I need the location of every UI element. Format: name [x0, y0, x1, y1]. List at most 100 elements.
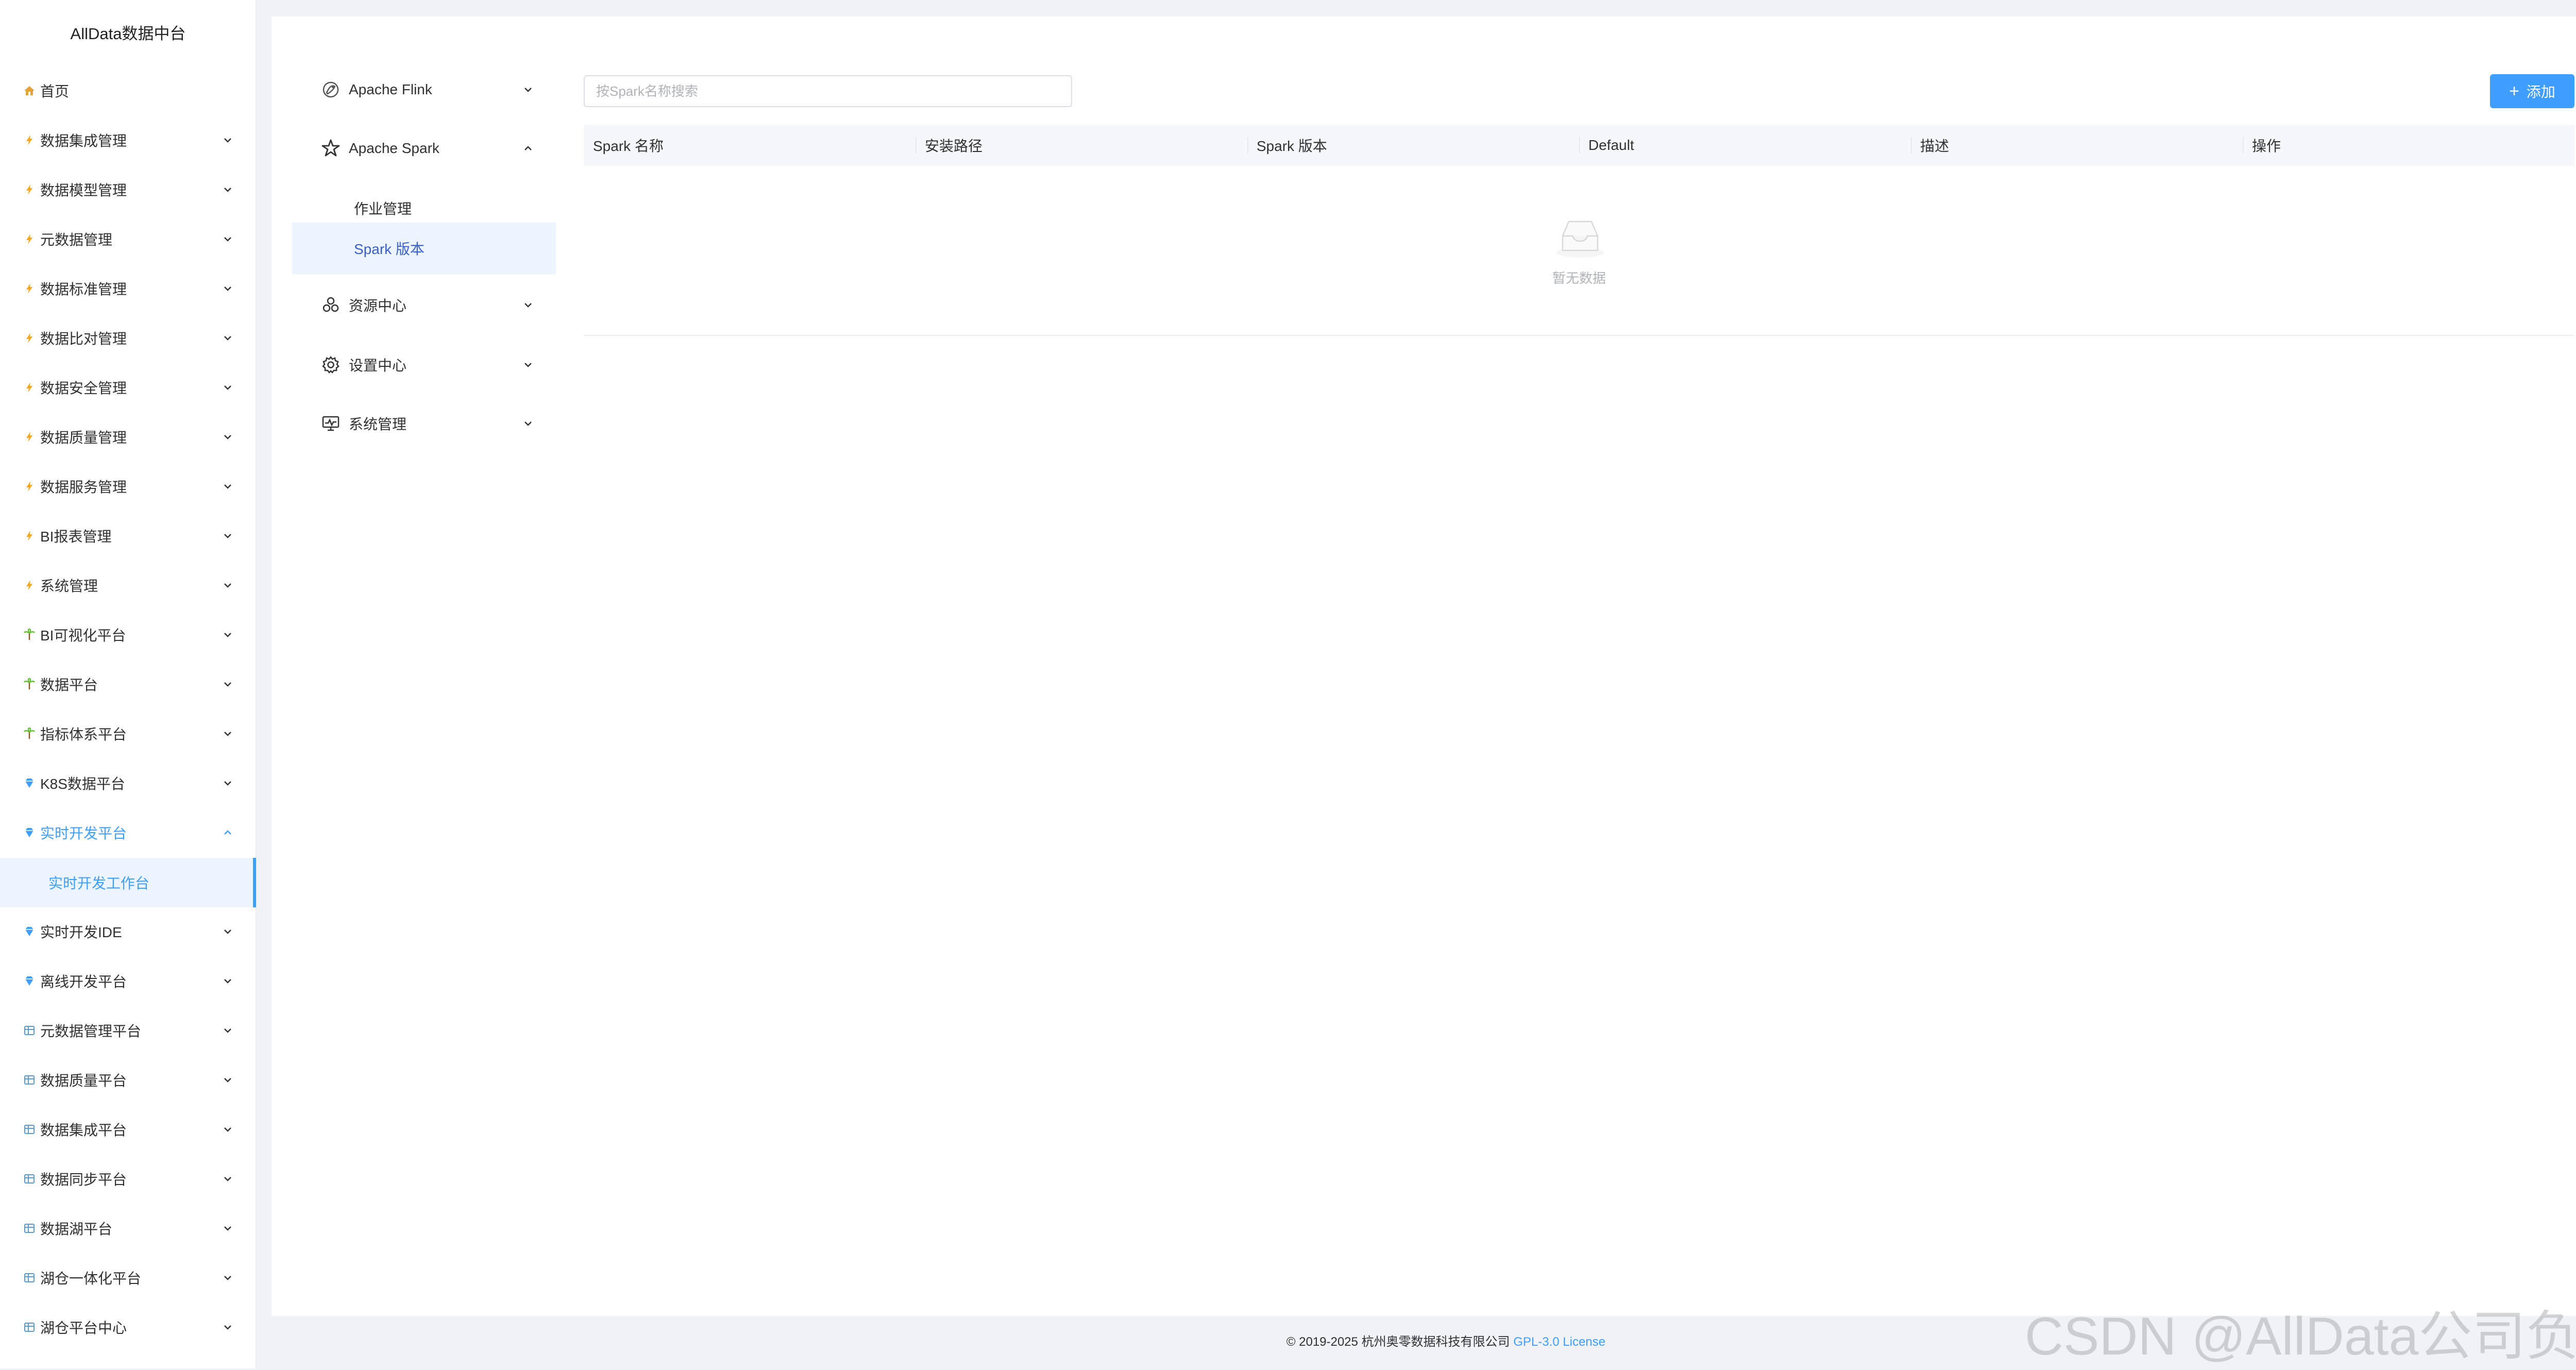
sidebar-item-21[interactable]: 数据同步平台	[0, 1154, 256, 1204]
column-header-description[interactable]: 描述	[1911, 125, 2243, 166]
sidebar-item-7[interactable]: 数据质量管理	[0, 412, 256, 462]
submenu-resource-center[interactable]: 资源中心	[292, 279, 550, 331]
gear-icon	[320, 354, 342, 376]
sidebar-item-8[interactable]: 数据服务管理	[0, 462, 256, 511]
app-title: AllData数据中台	[70, 25, 186, 43]
chevron-down-icon	[219, 774, 236, 792]
sidebar-item-label: 指标体系平台	[40, 726, 127, 742]
sidebar-item-label: 数据集成管理	[40, 133, 127, 149]
sidebar-item-label: 数据服务管理	[40, 479, 127, 495]
sidebar-item-22[interactable]: 数据湖平台	[0, 1204, 256, 1253]
plus-icon: +	[2509, 81, 2519, 101]
submenu-child-label: 作业管理	[354, 201, 412, 217]
palm-tree-icon	[23, 678, 36, 691]
submenu-apache-spark[interactable]: Apache Spark	[292, 123, 550, 174]
column-header-spark-name[interactable]: Spark 名称	[584, 125, 916, 166]
sidebar-item-15[interactable]: 实时开发平台	[0, 808, 256, 857]
diamond-icon	[23, 826, 36, 839]
sidebar-item-label: 元数据管理平台	[40, 1023, 142, 1039]
sidebar-item-label: 数据平台	[40, 677, 98, 693]
diamond-icon	[23, 925, 36, 938]
sidebar-item-24[interactable]: 湖仓平台中心	[0, 1303, 256, 1352]
submenu-settings-center[interactable]: 设置中心	[292, 339, 550, 391]
sidebar-item-label: K8S数据平台	[40, 776, 125, 792]
sidebar-item-14[interactable]: K8S数据平台	[0, 758, 256, 808]
chevron-down-icon	[219, 725, 236, 742]
empty-inbox-icon	[1554, 215, 1606, 261]
chevron-down-icon	[219, 181, 236, 198]
chevron-down-icon	[219, 923, 236, 940]
sidebar-item-6[interactable]: 数据安全管理	[0, 363, 256, 412]
column-header-install-path[interactable]: 安装路径	[916, 125, 1247, 166]
sidebar-item-13[interactable]: 指标体系平台	[0, 709, 256, 758]
grid-icon	[23, 1123, 36, 1136]
sidebar-item-label: 元数据管理	[40, 232, 113, 248]
chevron-down-icon	[219, 329, 236, 347]
flink-squirrel-icon	[320, 79, 342, 100]
empty-text: 暂无数据	[1552, 270, 1606, 286]
sidebar-item-4[interactable]: 数据标准管理	[0, 264, 256, 313]
palm-tree-icon	[23, 628, 36, 641]
chevron-down-icon	[520, 415, 536, 432]
chevron-down-icon	[219, 230, 236, 248]
search-input[interactable]	[584, 75, 1072, 107]
column-header-actions[interactable]: 操作	[2243, 125, 2574, 166]
lightning-icon	[23, 133, 36, 147]
sidebar-item-18[interactable]: 元数据管理平台	[0, 1006, 256, 1055]
sidebar-item-label: 数据标准管理	[40, 281, 127, 297]
sidebar-item-2[interactable]: 数据模型管理	[0, 165, 256, 214]
chevron-down-icon	[520, 81, 536, 98]
submenu-apache-flink[interactable]: Apache Flink	[292, 64, 550, 115]
sidebar-item-1[interactable]: 数据集成管理	[0, 115, 256, 165]
sidebar-item-realtime-workbench[interactable]: 实时开发工作台	[0, 858, 256, 907]
footer-copyright: © 2019-2025 杭州奥零数据科技有限公司	[1286, 1335, 1510, 1349]
lightning-icon	[23, 480, 36, 493]
chevron-down-icon	[219, 1121, 236, 1138]
sidebar-item-label: 实时开发IDE	[40, 924, 122, 940]
sidebar-item-label: 湖仓平台中心	[40, 1320, 127, 1336]
sidebar-item-17[interactable]: 离线开发平台	[0, 956, 256, 1006]
chevron-down-icon	[219, 428, 236, 446]
sidebar-item-label: 数据模型管理	[40, 182, 127, 198]
sidebar-item-19[interactable]: 数据质量平台	[0, 1055, 256, 1105]
sidebar-item-label: 湖仓一体化平台	[40, 1271, 142, 1287]
sidebar-item-label: 数据质量管理	[40, 430, 127, 446]
sidebar-item-label: 数据安全管理	[40, 380, 127, 396]
spark-star-icon	[320, 138, 342, 159]
column-header-spark-version[interactable]: Spark 版本	[1247, 125, 1579, 166]
grid-icon	[23, 1321, 36, 1334]
submenu-system-management[interactable]: 系统管理	[292, 398, 550, 449]
submenu-item-spark-version[interactable]: Spark 版本	[292, 223, 556, 274]
sidebar-item-16[interactable]: 实时开发IDE	[0, 907, 256, 956]
sidebar-item-20[interactable]: 数据集成平台	[0, 1105, 256, 1154]
lightning-icon	[23, 282, 36, 295]
sidebar-item-label: 数据质量平台	[40, 1073, 127, 1089]
column-header-default[interactable]: Default	[1579, 125, 1911, 166]
sidebar-item-11[interactable]: BI可视化平台	[0, 610, 256, 659]
chevron-down-icon	[219, 1170, 236, 1188]
watermark: CSDN @AllData公司负责人	[2025, 1307, 2576, 1366]
chevron-down-icon	[219, 577, 236, 594]
lightning-icon	[23, 430, 36, 444]
lightning-icon	[23, 232, 36, 246]
footer-license-link[interactable]: GPL-3.0 License	[1513, 1335, 1605, 1349]
home-icon	[23, 84, 36, 97]
sidebar-item-23[interactable]: 湖仓一体化平台	[0, 1253, 256, 1303]
sidebar-sub-label: 实时开发工作台	[48, 875, 150, 891]
lightning-icon	[23, 529, 36, 543]
lightning-icon	[23, 183, 36, 196]
sidebar-item-5[interactable]: 数据比对管理	[0, 313, 256, 363]
sidebar-item-0[interactable]: 首页	[0, 66, 256, 115]
sidebar-item-9[interactable]: BI报表管理	[0, 511, 256, 561]
sidebar-item-label: 数据同步平台	[40, 1172, 127, 1188]
sidebar-item-label: 数据湖平台	[40, 1221, 113, 1237]
grid-icon	[23, 1073, 36, 1087]
sidebar-item-12[interactable]: 数据平台	[0, 659, 256, 709]
sidebar-item-10[interactable]: 系统管理	[0, 561, 256, 610]
add-button[interactable]: + 添加	[2490, 74, 2574, 108]
sidebar-item-label: 数据集成平台	[40, 1122, 127, 1138]
chevron-down-icon	[219, 527, 236, 545]
sidebar-item-3[interactable]: 元数据管理	[0, 214, 256, 264]
submenu-child-label: Spark 版本	[354, 241, 425, 257]
submenu-label: Apache Flink	[349, 81, 432, 97]
